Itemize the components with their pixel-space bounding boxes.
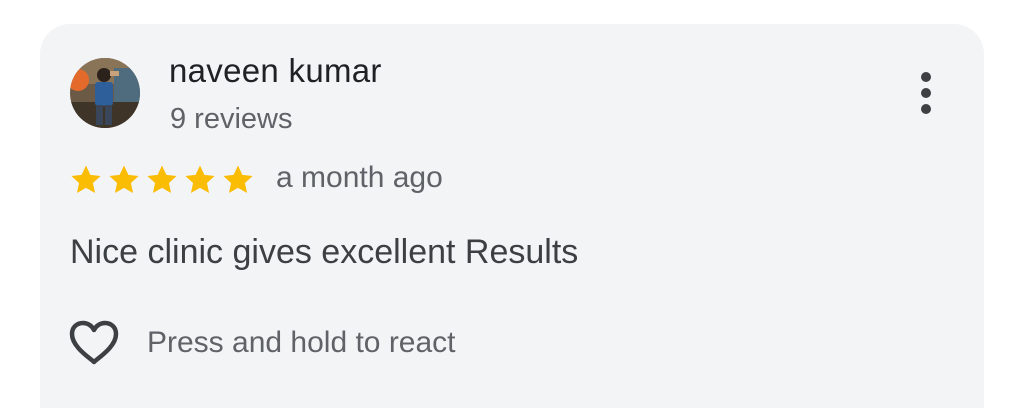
avatar[interactable] bbox=[70, 58, 140, 128]
review-text: Nice clinic gives excellent Results bbox=[70, 233, 579, 271]
more-options-button[interactable] bbox=[908, 68, 944, 120]
review-count[interactable]: 9 reviews bbox=[170, 103, 293, 136]
star-rating bbox=[68, 163, 258, 197]
star-icon bbox=[220, 163, 256, 197]
star-icon bbox=[106, 163, 142, 197]
star-icon bbox=[68, 163, 104, 197]
review-card: naveen kumar 9 reviews a month ago Nice … bbox=[40, 24, 984, 408]
more-vert-icon bbox=[921, 72, 931, 114]
react-label: Press and hold to react bbox=[147, 326, 456, 359]
heart-outline-icon bbox=[68, 320, 120, 366]
star-icon bbox=[182, 163, 218, 197]
review-date: a month ago bbox=[276, 161, 443, 194]
profile-photo-icon bbox=[70, 58, 140, 128]
author-name[interactable]: naveen kumar bbox=[169, 52, 382, 90]
star-icon bbox=[144, 163, 180, 197]
react-button[interactable]: Press and hold to react bbox=[68, 318, 456, 368]
